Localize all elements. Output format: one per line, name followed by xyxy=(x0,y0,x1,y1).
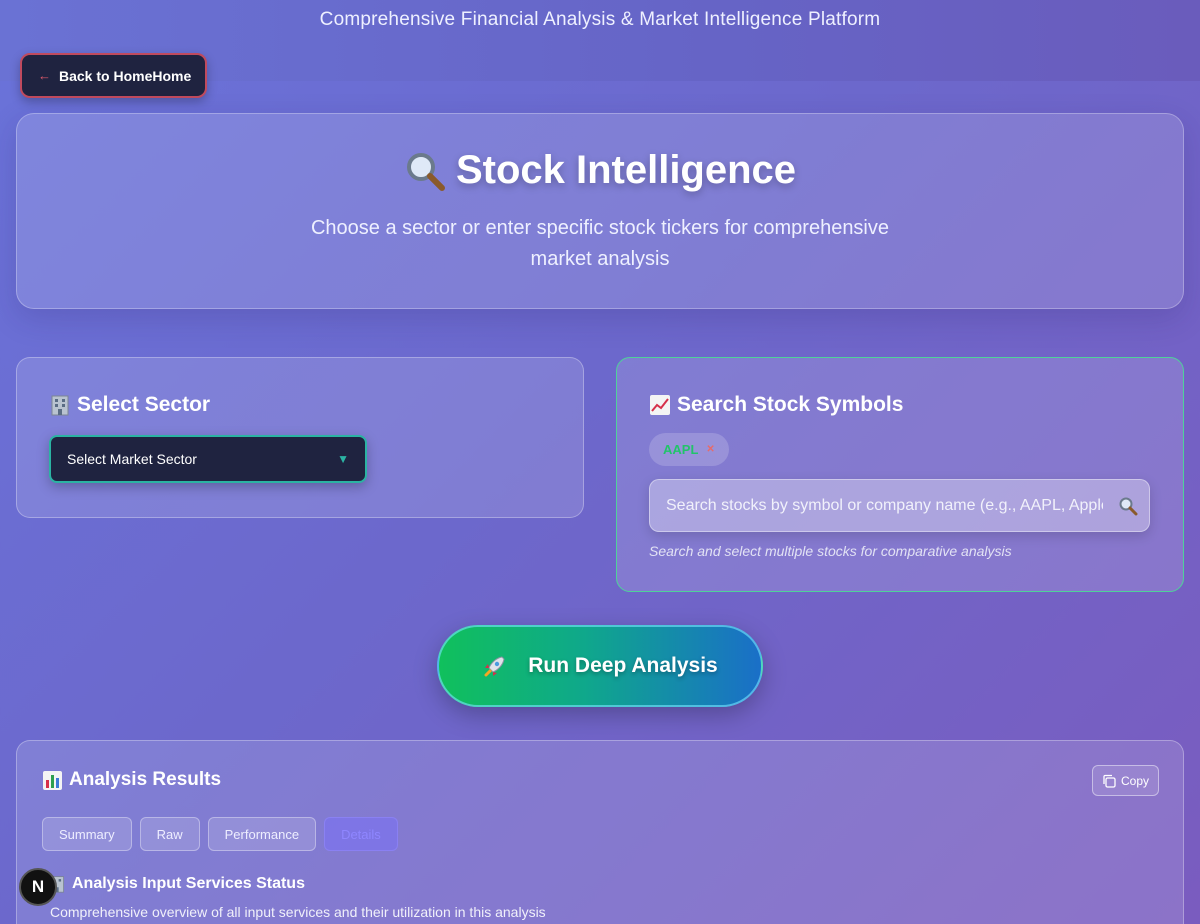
page-subtitle: Choose a sector or enter specific stock … xyxy=(310,217,890,270)
tab-performance[interactable]: Performance xyxy=(207,817,317,851)
office-building-icon xyxy=(51,395,69,416)
bar-chart-icon xyxy=(43,770,62,790)
results-heading: Analysis Results xyxy=(42,769,1158,791)
search-field-wrapper xyxy=(649,479,1150,532)
chart-increasing-icon xyxy=(650,395,670,415)
run-analysis-label: Run Deep Analysis xyxy=(528,654,718,677)
back-button-label: Back to HomeHome xyxy=(59,67,192,84)
sector-select-value: Select Market Sector xyxy=(67,451,197,467)
copy-button[interactable]: Copy xyxy=(1091,765,1159,796)
dev-tools-badge[interactable]: N xyxy=(19,868,57,906)
rocket-icon xyxy=(484,656,505,677)
run-analysis-button[interactable]: Run Deep Analysis xyxy=(437,625,763,707)
results-heading-text: Analysis Results xyxy=(69,769,222,790)
chip-label: AAPL xyxy=(663,442,699,457)
sector-heading-text: Select Sector xyxy=(77,393,211,416)
services-status-text: Analysis Input Services Status xyxy=(72,875,305,892)
remove-chip-icon[interactable]: ✕ xyxy=(706,444,714,455)
arrow-left-icon: ← xyxy=(38,68,51,83)
search-hint: Search and select multiple stocks for co… xyxy=(649,543,1012,559)
back-to-home-button[interactable]: ← Back to HomeHome xyxy=(20,53,207,98)
tab-summary[interactable]: Summary xyxy=(42,817,132,851)
platform-tagline: Comprehensive Financial Analysis & Marke… xyxy=(319,9,881,30)
stock-search-input[interactable] xyxy=(649,479,1150,532)
magnifier-icon xyxy=(406,152,445,191)
sector-heading: Select Sector xyxy=(49,393,551,417)
search-heading: Search Stock Symbols xyxy=(649,393,1151,417)
services-status-heading: Analysis Input Services Status xyxy=(48,875,1158,893)
page-title: Stock Intelligence xyxy=(17,148,1183,193)
tab-raw[interactable]: Raw xyxy=(139,817,200,851)
results-tabs: Summary Raw Performance Details xyxy=(42,817,1158,851)
sector-select[interactable]: Select Market Sector ▼ xyxy=(49,435,367,483)
analysis-results-card: Analysis Results Copy Summary Raw Perfor… xyxy=(16,740,1184,924)
services-status-description: Comprehensive overview of all input serv… xyxy=(50,904,546,920)
hero-panel: Stock Intelligence Choose a sector or en… xyxy=(16,113,1184,309)
tab-details[interactable]: Details xyxy=(324,817,398,851)
page-title-text: Stock Intelligence xyxy=(455,148,797,192)
copy-button-label: Copy xyxy=(1120,773,1149,788)
search-heading-text: Search Stock Symbols xyxy=(677,393,904,416)
chevron-down-icon: ▼ xyxy=(337,452,349,466)
selected-stock-chip[interactable]: AAPL ✕ xyxy=(649,433,729,466)
sector-card: Select Sector Select Market Sector ▼ xyxy=(16,357,584,518)
search-icon xyxy=(1119,497,1138,516)
stock-search-card: Search Stock Symbols AAPL ✕ Search and s… xyxy=(616,357,1184,592)
copy-icon xyxy=(1103,774,1116,788)
